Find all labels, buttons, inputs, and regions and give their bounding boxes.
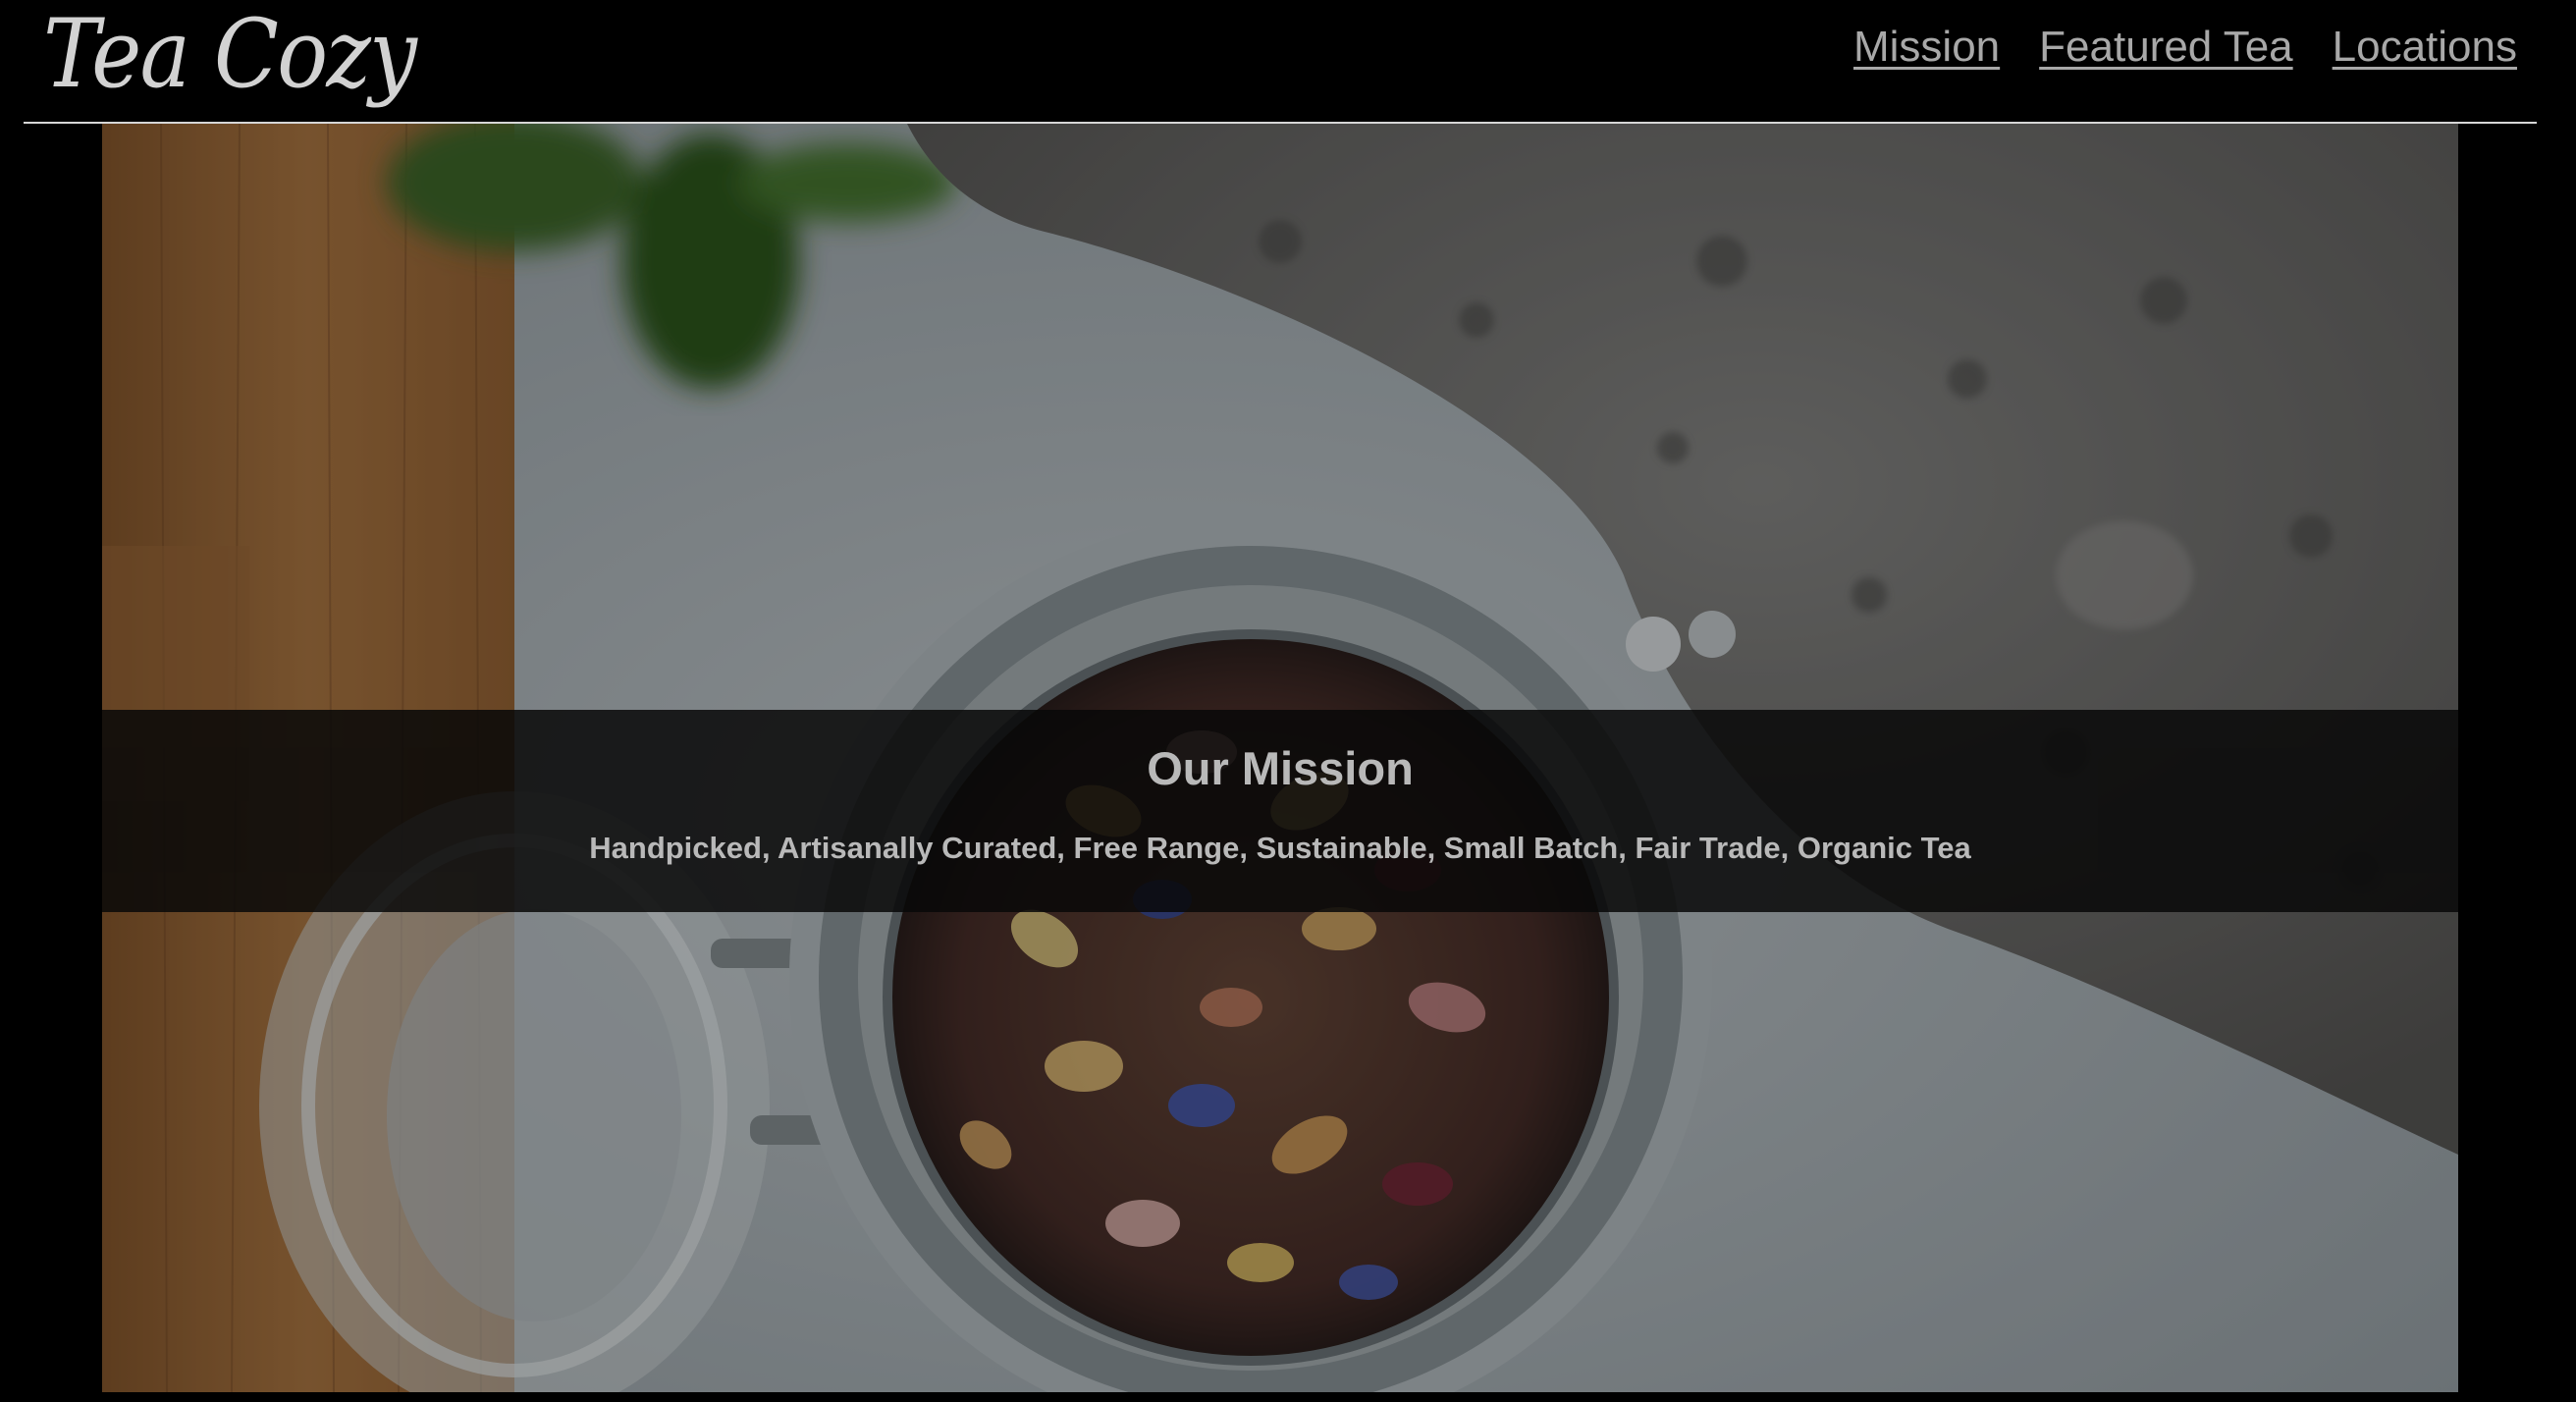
mission-banner: Our Mission Handpicked, Artisanally Cura…	[102, 710, 2458, 912]
mission-heading: Our Mission	[1147, 742, 1414, 794]
nav-link-locations[interactable]: Locations	[2333, 20, 2517, 75]
site-logo[interactable]: Tea Cozy	[43, 0, 417, 108]
mission-tagline: Handpicked, Artisanally Curated, Free Ra…	[589, 831, 1971, 865]
mission-hero: Our Mission Handpicked, Artisanally Cura…	[102, 124, 2458, 1392]
nav-link-featured-tea[interactable]: Featured Tea	[2039, 20, 2292, 75]
main-nav: Mission Featured Tea Locations	[1853, 20, 2517, 75]
page: Tea Cozy Mission Featured Tea Locations	[0, 0, 2576, 1402]
site-header: Tea Cozy Mission Featured Tea Locations	[24, 0, 2537, 124]
nav-link-mission[interactable]: Mission	[1853, 20, 2000, 75]
